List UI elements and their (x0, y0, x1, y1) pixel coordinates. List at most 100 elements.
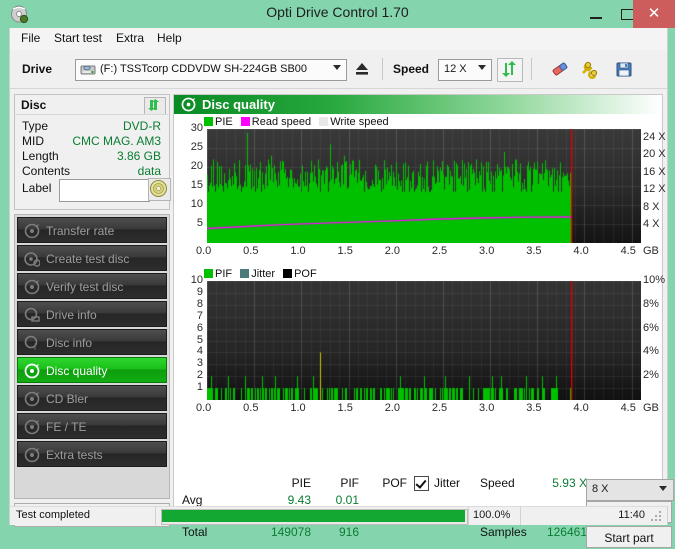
stats-avg-pie: 9.43 (287, 493, 311, 507)
speed-select[interactable]: 12 X (438, 59, 492, 81)
y2-tick-label: 16 X (643, 165, 666, 178)
y-tick-label: 4 (196, 345, 203, 358)
window-title: Opti Drive Control 1.70 (266, 4, 409, 20)
test-button-extra-tests[interactable]: Extra tests (17, 441, 167, 467)
y2-tick-label: 8% (643, 297, 659, 310)
pie-chart-plot[interactable] (207, 129, 641, 243)
y-tick-label: 7 (196, 309, 203, 322)
y2-tick-label: 12 X (643, 183, 666, 196)
test-button-transfer-rate[interactable]: Transfer rate (17, 217, 167, 243)
minimize-icon (590, 17, 602, 19)
menu-file[interactable]: File (15, 31, 46, 47)
legend-swatch-write-speed (319, 117, 329, 126)
disc-panel-title: Disc (21, 98, 47, 112)
x-tick-label: 3.5 (526, 402, 542, 414)
speed-label: Speed (393, 62, 430, 76)
close-icon: ✕ (647, 5, 661, 22)
legend-swatch-jitter (240, 269, 250, 278)
stats-row-total-label: Total (182, 525, 208, 539)
eject-button[interactable] (350, 58, 376, 82)
disc-type-value: DVD-R (123, 119, 161, 133)
y-tick-label: 20 (190, 160, 203, 172)
legend-label-write-speed: Write speed (330, 116, 389, 128)
panel-title: Disc quality (202, 97, 275, 112)
x-tick-label: 1.5 (337, 402, 353, 414)
close-button[interactable]: ✕ (633, 0, 675, 28)
stats-total-pie: 149078 (270, 525, 311, 539)
disc-mid-key: MID (22, 134, 44, 148)
disc-info-body: Type DVD-R MID CMC MAG. AM3 Length 3.86 … (14, 114, 171, 210)
test-button-fe-te[interactable]: FE / TE (17, 413, 167, 439)
y-tick-label: 8 (196, 297, 203, 310)
disc-verify-icon (24, 279, 40, 295)
progress-fill (162, 510, 465, 522)
test-button-label: Disc info (46, 336, 93, 350)
y-tick-label: 15 (190, 179, 203, 191)
legend-swatch-pof (283, 269, 293, 278)
y-tick-label: 5 (196, 217, 203, 229)
write-speed-select[interactable]: 8 X (586, 479, 674, 501)
progress-percent: 100.0% (473, 509, 511, 521)
left-panel: Disc Type DVD-R MID CMC MAG. AM3 Length … (14, 94, 171, 527)
drive-icon (80, 63, 96, 77)
disc-label-key: Label (22, 181, 52, 195)
y2-tick-label: 8 X (643, 200, 660, 213)
disc-label-cd-button[interactable] (148, 178, 171, 201)
legend-swatch-pif (204, 269, 213, 278)
save-button[interactable] (612, 58, 638, 82)
test-button-verify-test-disc[interactable]: Verify test disc (17, 273, 167, 299)
refresh-button[interactable] (497, 58, 523, 82)
test-button-label: CD Bler (46, 392, 89, 406)
chevron-down-icon (478, 65, 486, 70)
legend-swatch-read-speed (240, 117, 250, 126)
disc-label-input[interactable] (59, 179, 150, 202)
resize-grip[interactable] (651, 511, 663, 523)
test-button-disc-quality[interactable]: Disc quality (17, 357, 167, 383)
x-tick-label: 1.5 (337, 245, 353, 257)
disc-quality-icon (24, 363, 40, 379)
x-tick-label: 2.0 (384, 245, 400, 257)
toolbar-separator-1 (382, 58, 383, 80)
drive-label: Drive (22, 62, 53, 76)
y-tick-label: 2 (196, 369, 203, 382)
test-button-cd-bler[interactable]: CD Bler (17, 385, 167, 411)
x-tick-label: 2.5 (431, 402, 448, 414)
erase-button[interactable] (548, 58, 574, 82)
test-button-drive-info[interactable]: Drive info (17, 301, 167, 327)
y-tick-label: 10 (190, 198, 203, 210)
drive-select[interactable]: (F:) TSSTcorp CDDVDW SH-224GB SB00 (75, 59, 347, 81)
y-tick-label: 10 (190, 274, 203, 286)
disc-refresh-button[interactable] (144, 97, 166, 115)
menu-extra[interactable]: Extra (110, 31, 150, 47)
x-tick-label: 1.0 (290, 245, 306, 257)
x-tick-label: 2.0 (384, 402, 400, 414)
test-button-disc-info[interactable]: i Disc info (17, 329, 167, 355)
stats-col-pof: POF (382, 476, 407, 490)
minimize-button[interactable] (580, 0, 612, 28)
stats-col-pie: PIE (291, 476, 311, 490)
y2-tick-label: 2% (643, 369, 659, 382)
x-tick-label: 0.0 (196, 245, 212, 257)
pie-chart-legend: PIE Read speed Write speed (204, 116, 389, 128)
speed-result-label: Speed (480, 476, 515, 490)
disc-mid-value: CMC MAG. AM3 (72, 134, 161, 148)
pif-chart-legend: PIF Jitter POF (204, 268, 317, 280)
x-tick-label: 3.5 (526, 245, 542, 257)
disc-panel-header: Disc (14, 94, 170, 115)
pif-chart-plot[interactable] (207, 281, 641, 400)
x-tick-label: 2.5 (431, 245, 448, 257)
x-tick-label: 0.5 (243, 245, 259, 257)
test-button-label: Drive info (46, 308, 97, 322)
chevron-down-icon (333, 65, 341, 70)
start-part-button[interactable]: Start part (586, 526, 672, 548)
x-tick-label: 1.0 (290, 402, 306, 414)
y-tick-label: 6 (196, 321, 203, 334)
jitter-checkbox[interactable] (414, 476, 429, 491)
tools-button[interactable] (578, 58, 604, 82)
menu-start-test[interactable]: Start test (48, 31, 108, 47)
test-button-create-test-disc[interactable]: Create test disc (17, 245, 167, 271)
menu-help[interactable]: Help (151, 31, 188, 47)
drive-toolbar: Drive (F:) TSSTcorp CDDVDW SH-224GB SB00 (10, 50, 667, 89)
disc-length-value: 3.86 GB (116, 149, 161, 163)
y2-tick-label: 20 X (643, 148, 666, 161)
